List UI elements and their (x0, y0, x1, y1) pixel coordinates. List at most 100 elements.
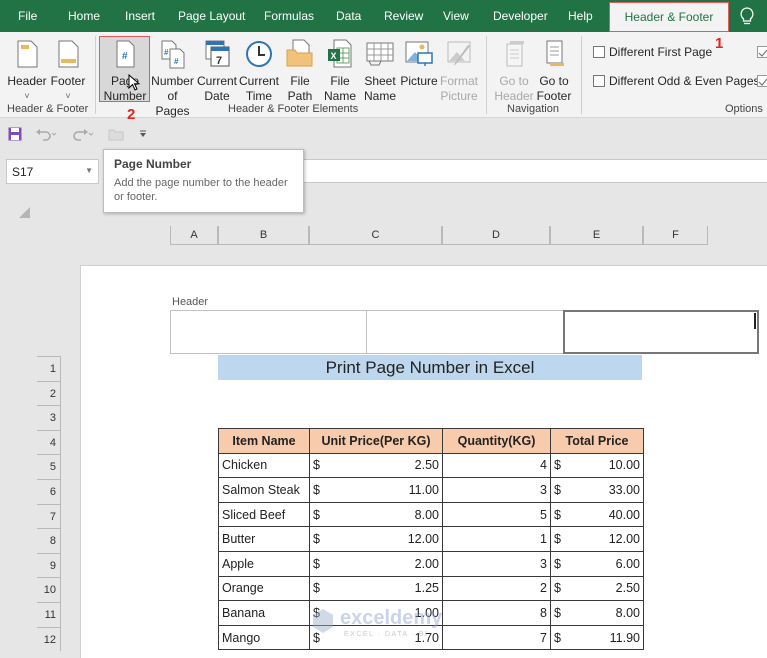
row-header[interactable]: 2 (37, 380, 61, 406)
unit-price-cell[interactable]: $11.00 (309, 477, 443, 503)
column-header-e[interactable]: E (550, 226, 643, 245)
redo-icon[interactable] (72, 127, 94, 141)
item-cell[interactable]: Salmon Steak (218, 477, 310, 503)
item-cell[interactable]: Sliced Beef (218, 501, 310, 528)
format-picture-button[interactable]: Format Picture (438, 38, 480, 104)
tab-developer[interactable]: Developer (493, 0, 548, 32)
quantity-cell[interactable]: 4 (442, 452, 551, 479)
footer-button[interactable]: Footer ˅ (48, 38, 88, 104)
column-header-c[interactable]: C (309, 226, 442, 245)
row-header[interactable]: 10 (37, 577, 61, 602)
different-first-page-checkbox[interactable] (593, 46, 605, 58)
unit-price-cell[interactable]: $12.00 (309, 526, 443, 552)
customize-qat-icon[interactable] (139, 130, 147, 138)
quantity-cell[interactable]: 1 (442, 526, 551, 552)
sheet-name-button[interactable]: Sheet Name (361, 38, 399, 104)
unit-price-cell[interactable]: $1.70 (309, 624, 443, 651)
unit-price-cell[interactable]: $8.00 (309, 501, 443, 528)
row-header[interactable]: 1 (37, 356, 61, 381)
group-label-navigation: Navigation (507, 103, 559, 115)
tab-insert[interactable]: Insert (125, 0, 155, 32)
tab-help[interactable]: Help (568, 0, 593, 32)
total-price-cell[interactable]: $12.00 (550, 526, 644, 552)
unit-price-cell[interactable]: $2.00 (309, 550, 443, 577)
open-folder-icon[interactable] (108, 127, 124, 141)
row-header[interactable]: 9 (37, 552, 61, 578)
row-header[interactable]: 7 (37, 503, 61, 529)
row-header[interactable]: 6 (37, 479, 61, 504)
currency-symbol: $ (313, 507, 320, 522)
column-header-b[interactable]: B (218, 226, 309, 245)
picture-button[interactable]: Picture (400, 38, 438, 89)
item-cell[interactable]: Mango (218, 624, 310, 651)
chevron-down-icon[interactable]: ▼ (85, 166, 93, 175)
item-cell[interactable]: Chicken (218, 452, 310, 479)
total-price-cell[interactable]: $6.00 (550, 550, 644, 577)
column-title[interactable]: Unit Price(Per KG) (309, 428, 443, 454)
row-header[interactable]: 5 (37, 454, 61, 479)
go-to-header-button[interactable]: Go to Header (494, 38, 534, 104)
item-cell[interactable]: Butter (218, 526, 310, 552)
row-header[interactable]: 3 (37, 405, 61, 430)
column-header-a[interactable]: A (170, 226, 218, 245)
total-price-cell[interactable]: $2.50 (550, 575, 644, 602)
page-number-button[interactable]: # Page Number (100, 38, 150, 104)
group-separator (486, 36, 487, 114)
tab-home[interactable]: Home (68, 0, 100, 32)
file-path-button[interactable]: File Path (282, 38, 318, 104)
tab-header-footer[interactable]: Header & Footer (609, 2, 729, 32)
scale-with-document-checkbox[interactable] (757, 46, 767, 58)
quantity-cell[interactable]: 8 (442, 600, 551, 626)
column-title[interactable]: Item Name (218, 428, 310, 454)
total-price-cell[interactable]: $10.00 (550, 452, 644, 479)
go-to-footer-button[interactable]: Go to Footer (534, 38, 574, 104)
quantity-cell[interactable]: 7 (442, 624, 551, 651)
quantity-cell[interactable]: 3 (442, 477, 551, 503)
save-icon[interactable] (8, 127, 22, 141)
header-section-center[interactable] (366, 310, 564, 354)
sheet-title[interactable]: Print Page Number in Excel (218, 355, 642, 380)
total-price-cell[interactable]: $8.00 (550, 600, 644, 626)
unit-price-cell[interactable]: $1.00 (309, 600, 443, 626)
row-header[interactable]: 12 (37, 626, 61, 652)
tab-page-layout[interactable]: Page Layout (178, 0, 245, 32)
file-name-button[interactable]: X File Name (322, 38, 358, 104)
tab-data[interactable]: Data (336, 0, 361, 32)
number-of-pages-button[interactable]: # # Number of Pages (150, 38, 195, 119)
header-section-left[interactable] (170, 310, 367, 354)
tab-view[interactable]: View (443, 0, 469, 32)
item-cell[interactable]: Banana (218, 600, 310, 626)
tab-file[interactable]: File (18, 0, 37, 32)
different-odd-even-checkbox[interactable] (593, 75, 605, 87)
name-box[interactable]: S17 ▼ (6, 159, 99, 184)
formula-bar[interactable] (300, 159, 767, 183)
quantity-cell[interactable]: 2 (442, 575, 551, 602)
header-section-right[interactable] (563, 310, 759, 354)
row-header[interactable]: 8 (37, 528, 61, 553)
unit-price-cell[interactable]: $2.50 (309, 452, 443, 479)
item-cell[interactable]: Orange (218, 575, 310, 602)
column-title[interactable]: Quantity(KG) (442, 428, 551, 454)
tab-review[interactable]: Review (384, 0, 423, 32)
column-header-f[interactable]: F (643, 226, 708, 245)
row-header[interactable]: 4 (37, 429, 61, 455)
total-price-cell[interactable]: $33.00 (550, 477, 644, 503)
align-with-margins-checkbox[interactable] (757, 75, 767, 87)
header-button[interactable]: Header ˅ (6, 38, 48, 104)
total-price: 10.00 (608, 458, 640, 473)
tab-formulas[interactable]: Formulas (264, 0, 314, 32)
column-header-d[interactable]: D (442, 226, 550, 245)
lightbulb-icon[interactable] (736, 5, 758, 27)
column-title[interactable]: Total Price (550, 428, 644, 454)
current-date-button[interactable]: 7 Current Date (196, 38, 238, 104)
unit-price-cell[interactable]: $1.25 (309, 575, 443, 602)
quantity-cell[interactable]: 3 (442, 550, 551, 577)
total-price-cell[interactable]: $40.00 (550, 501, 644, 528)
current-time-button[interactable]: Current Time (238, 38, 280, 104)
total-price-cell[interactable]: $11.90 (550, 624, 644, 651)
item-cell[interactable]: Apple (218, 550, 310, 577)
undo-icon[interactable] (35, 127, 57, 141)
select-all-icon[interactable] (18, 206, 31, 219)
quantity-cell[interactable]: 5 (442, 501, 551, 528)
row-header[interactable]: 11 (37, 602, 61, 627)
